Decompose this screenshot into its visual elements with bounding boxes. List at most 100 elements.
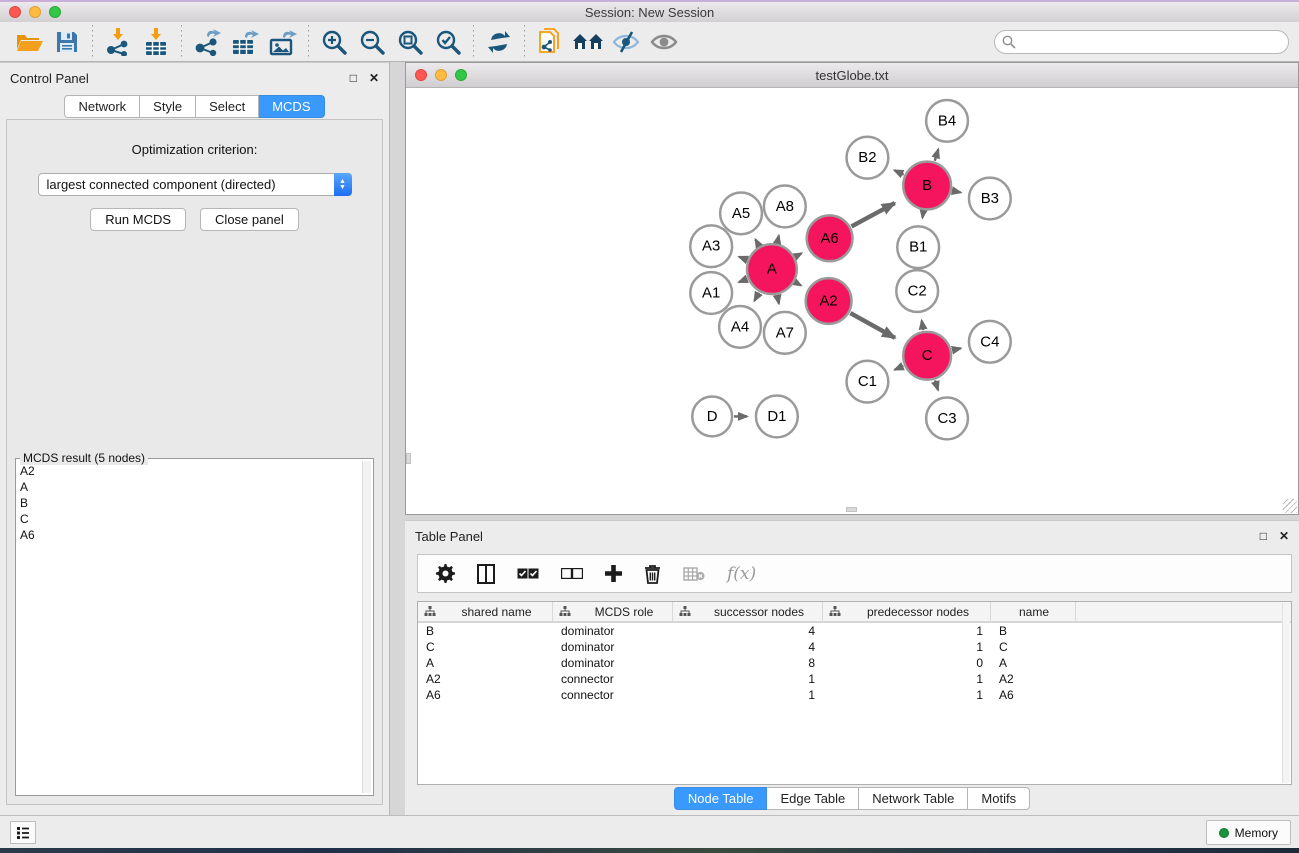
column-header-predecessor-nodes[interactable]: predecessor nodes xyxy=(823,602,991,621)
graph-edge-A-A8[interactable] xyxy=(777,236,778,243)
table-scrollbar[interactable] xyxy=(1282,603,1290,783)
graph-edge-A-A6[interactable] xyxy=(796,253,802,256)
export-table-button[interactable] xyxy=(226,25,264,59)
graph-edge-C-C3[interactable] xyxy=(935,380,938,390)
column-header-successor-nodes[interactable]: successor nodes xyxy=(673,602,823,621)
search-input[interactable] xyxy=(994,30,1289,54)
table-cell[interactable]: A6 xyxy=(991,687,1076,703)
graph-edge-A-A7[interactable] xyxy=(777,295,779,303)
graph-edge-C-C2[interactable] xyxy=(922,321,923,331)
graph-node-A7[interactable]: A7 xyxy=(764,312,806,354)
graph-node-C1[interactable]: C1 xyxy=(847,361,889,403)
table-cell[interactable]: 4 xyxy=(673,623,823,639)
float-table-panel-icon[interactable]: □ xyxy=(1260,529,1267,543)
column-header-name[interactable]: name xyxy=(991,602,1076,621)
graph-edge-B-B3[interactable] xyxy=(952,191,960,193)
graph-edge-A-A4[interactable] xyxy=(754,293,758,301)
create-column-button[interactable] xyxy=(605,565,622,582)
vertical-scroll-handle[interactable] xyxy=(406,453,411,464)
table-cell[interactable]: connector xyxy=(553,671,673,687)
hide-selected-button[interactable] xyxy=(607,25,645,59)
zoom-fit-button[interactable] xyxy=(391,25,429,59)
zoom-selected-button[interactable] xyxy=(429,25,467,59)
table-row[interactable]: Cdominator41C xyxy=(418,639,1291,655)
export-image-button[interactable] xyxy=(264,25,302,59)
import-network-button[interactable] xyxy=(99,25,137,59)
table-cell[interactable]: A xyxy=(418,655,553,671)
graph-node-A4[interactable]: A4 xyxy=(719,306,761,348)
network-canvas[interactable]: AA1A2A3A4A5A6A7A8BB1B2B3B4CC1C2C3C4DD1 xyxy=(407,89,1297,506)
graph-edge-A-A2[interactable] xyxy=(795,282,801,285)
graph-edge-A6-B[interactable] xyxy=(851,203,894,226)
refresh-button[interactable] xyxy=(480,25,518,59)
tab-network-table[interactable]: Network Table xyxy=(859,787,968,810)
graph-edge-B-B2[interactable] xyxy=(894,170,903,174)
optimization-criterion-dropdown[interactable]: largest connected component (directed) ▲… xyxy=(38,173,352,196)
graph-node-C[interactable]: C xyxy=(903,332,951,380)
graph-node-D1[interactable]: D1 xyxy=(756,396,798,438)
result-item[interactable]: A6 xyxy=(20,527,361,543)
float-panel-icon[interactable]: □ xyxy=(350,71,357,85)
table-cell[interactable]: dominator xyxy=(553,655,673,671)
table-cell[interactable]: C xyxy=(418,639,553,655)
graph-node-A3[interactable]: A3 xyxy=(690,225,732,267)
table-cell[interactable]: 1 xyxy=(823,639,991,655)
window-resize-grip[interactable] xyxy=(1283,499,1297,513)
table-cell[interactable]: B xyxy=(418,623,553,639)
first-neighbors-button[interactable] xyxy=(569,25,607,59)
table-cell[interactable]: C xyxy=(991,639,1076,655)
table-cell[interactable]: A6 xyxy=(418,687,553,703)
graph-node-B2[interactable]: B2 xyxy=(847,137,889,179)
save-session-button[interactable] xyxy=(48,25,86,59)
table-cell[interactable]: 1 xyxy=(823,623,991,639)
graph-node-D[interactable]: D xyxy=(692,397,732,437)
show-column-button[interactable] xyxy=(477,564,495,584)
tab-edge-table[interactable]: Edge Table xyxy=(767,787,859,810)
table-cell[interactable]: A2 xyxy=(418,671,553,687)
graph-node-A5[interactable]: A5 xyxy=(720,193,762,235)
result-scrollbar[interactable] xyxy=(362,461,371,793)
function-builder-button[interactable]: f(x) xyxy=(727,564,756,584)
table-row[interactable]: Adominator80A xyxy=(418,655,1291,671)
table-cell[interactable]: 4 xyxy=(673,639,823,655)
table-cell[interactable]: dominator xyxy=(553,639,673,655)
show-all-button[interactable] xyxy=(645,25,683,59)
delete-column-button[interactable] xyxy=(644,564,661,584)
result-item[interactable]: B xyxy=(20,495,361,511)
result-item[interactable]: A xyxy=(20,479,361,495)
graph-edge-B-B1[interactable] xyxy=(922,211,923,218)
run-mcds-button[interactable]: Run MCDS xyxy=(90,208,186,231)
graph-node-A2[interactable]: A2 xyxy=(806,278,852,324)
table-cell[interactable]: B xyxy=(991,623,1076,639)
graph-edge-C-C1[interactable] xyxy=(895,366,904,370)
result-item[interactable]: A2 xyxy=(20,463,361,479)
horizontal-scroll-handle[interactable] xyxy=(846,507,857,512)
table-cell[interactable]: 1 xyxy=(673,671,823,687)
table-cell[interactable]: 1 xyxy=(673,687,823,703)
open-file-button[interactable] xyxy=(10,25,48,59)
close-table-panel-icon[interactable]: ✕ xyxy=(1279,529,1289,543)
export-network-button[interactable] xyxy=(188,25,226,59)
close-panel-button[interactable]: Close panel xyxy=(200,208,299,231)
graph-node-A8[interactable]: A8 xyxy=(764,186,806,228)
tab-network[interactable]: Network xyxy=(64,95,140,118)
table-cell[interactable]: A xyxy=(991,655,1076,671)
show-panels-button[interactable] xyxy=(10,821,36,844)
table-cell[interactable]: 1 xyxy=(823,687,991,703)
graph-edge-A-A5[interactable] xyxy=(755,240,758,246)
tab-motifs[interactable]: Motifs xyxy=(968,787,1030,810)
graph-edge-B-B4[interactable] xyxy=(935,149,939,160)
graph-node-C2[interactable]: C2 xyxy=(896,270,938,312)
graph-node-B4[interactable]: B4 xyxy=(926,100,968,142)
graph-node-A6[interactable]: A6 xyxy=(807,215,853,261)
graph-node-A[interactable]: A xyxy=(747,244,797,294)
graph-edge-C-C4[interactable] xyxy=(952,348,960,350)
memory-button[interactable]: Memory xyxy=(1206,820,1291,845)
graph-edge-A2-C[interactable] xyxy=(850,313,895,338)
unselect-all-columns-button[interactable] xyxy=(561,568,583,579)
select-all-columns-button[interactable] xyxy=(517,568,539,579)
zoom-in-button[interactable] xyxy=(315,25,353,59)
table-cell[interactable]: 8 xyxy=(673,655,823,671)
column-header-shared-name[interactable]: shared name xyxy=(418,602,553,621)
import-table-button[interactable] xyxy=(137,25,175,59)
